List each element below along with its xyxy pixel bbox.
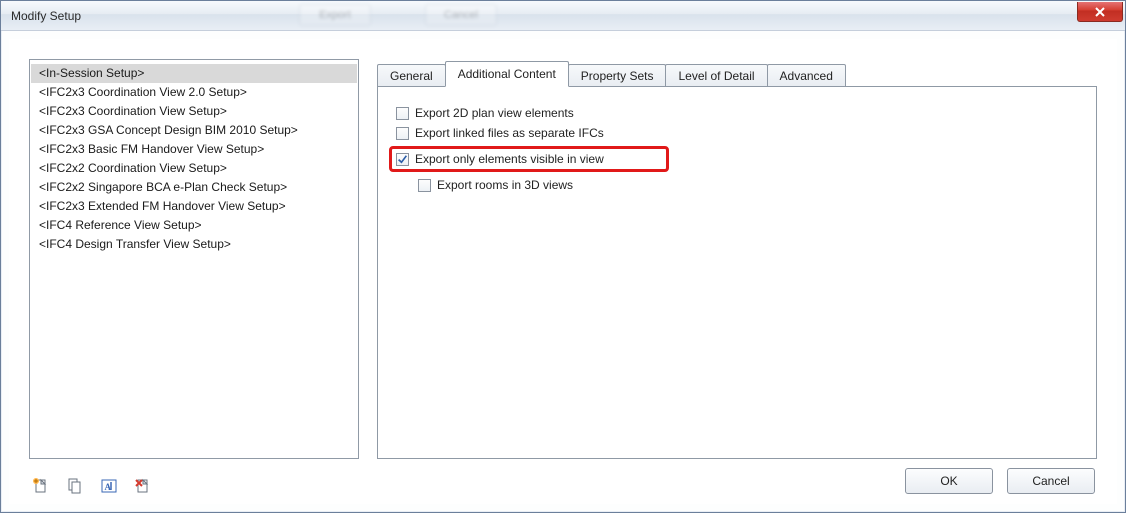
rename-icon: A [100,477,118,495]
new-file-icon [32,477,50,495]
modify-setup-dialog: Modify Setup Export Cancel <In-Session S… [0,0,1126,513]
checkbox-export-linked[interactable] [396,127,409,140]
tab-advanced[interactable]: Advanced [767,64,846,87]
tab-level-of-detail[interactable]: Level of Detail [665,64,767,87]
setup-item[interactable]: <IFC2x3 Coordination View Setup> [31,102,357,121]
rename-setup-button[interactable]: A [99,476,119,496]
duplicate-setup-button[interactable] [65,476,85,496]
setup-item[interactable]: <In-Session Setup> [31,64,357,83]
ghost-export-button: Export [299,4,371,26]
tab-property-sets[interactable]: Property Sets [568,64,667,87]
titlebar: Modify Setup Export Cancel [1,1,1125,31]
setup-item[interactable]: <IFC2x3 Extended FM Handover View Setup> [31,197,357,216]
tab-panel-additional-content: Export 2D plan view elements Export link… [377,86,1097,459]
checkbox-row-export-rooms[interactable]: Export rooms in 3D views [416,175,1080,195]
checkbox-label: Export only elements visible in view [415,152,604,166]
setup-item[interactable]: <IFC2x2 Singapore BCA e-Plan Check Setup… [31,178,357,197]
checkbox-label: Export rooms in 3D views [437,178,573,192]
ok-button[interactable]: OK [905,468,993,494]
dialog-footer-buttons: OK Cancel [905,468,1095,494]
window-title: Modify Setup [11,9,81,23]
settings-tabs: General Additional Content Property Sets… [377,61,1097,87]
checkbox-label: Export linked files as separate IFCs [415,126,604,140]
checkbox-export-rooms[interactable] [418,179,431,192]
checkbox-export-visible[interactable] [396,153,409,166]
delete-file-icon [134,477,152,495]
copy-icon [66,477,84,495]
tab-additional-content[interactable]: Additional Content [445,61,569,87]
checkbox-row-export-2d[interactable]: Export 2D plan view elements [394,103,1080,123]
delete-setup-button[interactable] [133,476,153,496]
setup-item[interactable]: <IFC4 Design Transfer View Setup> [31,235,357,254]
checkbox-row-export-visible[interactable]: Export only elements visible in view [394,151,662,167]
setup-item[interactable]: <IFC2x2 Coordination View Setup> [31,159,357,178]
setup-item[interactable]: <IFC2x3 GSA Concept Design BIM 2010 Setu… [31,121,357,140]
new-setup-button[interactable] [31,476,51,496]
highlight-annotation: Export only elements visible in view [389,146,669,172]
setup-item[interactable]: <IFC2x3 Basic FM Handover View Setup> [31,140,357,159]
setup-toolbar: A [31,476,153,496]
setup-list[interactable]: <In-Session Setup> <IFC2x3 Coordination … [29,59,359,459]
setup-item[interactable]: <IFC4 Reference View Setup> [31,216,357,235]
checkbox-label: Export 2D plan view elements [415,106,574,120]
checkbox-export-2d[interactable] [396,107,409,120]
close-button[interactable] [1077,2,1123,22]
dialog-content: <In-Session Setup> <IFC2x3 Coordination … [9,39,1117,504]
close-icon [1094,6,1106,18]
ghost-cancel-button: Cancel [425,4,497,26]
setup-item[interactable]: <IFC2x3 Coordination View 2.0 Setup> [31,83,357,102]
tab-general[interactable]: General [377,64,446,87]
cancel-button[interactable]: Cancel [1007,468,1095,494]
checkbox-row-export-linked[interactable]: Export linked files as separate IFCs [394,123,1080,143]
